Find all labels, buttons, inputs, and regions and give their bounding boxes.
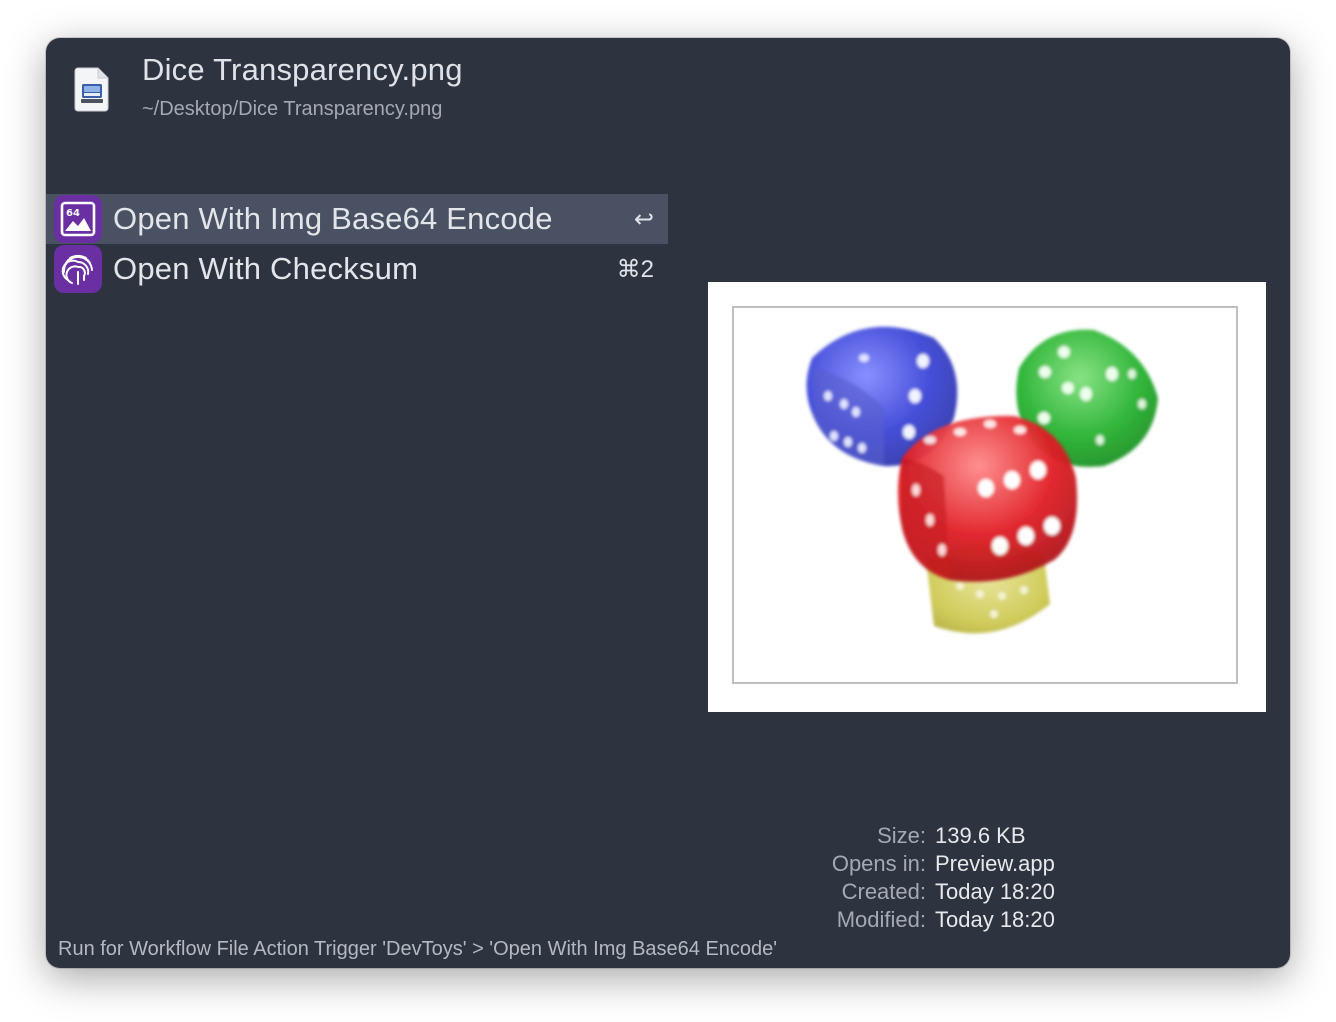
action-list: 64 Open With Img Base64 Encode ↩ Open Wi… xyxy=(46,194,668,294)
file-action-window: Dice Transparency.png ~/Desktop/Dice Tra… xyxy=(46,38,1290,968)
action-label: Open With Img Base64 Encode xyxy=(113,201,553,236)
meta-modified: Modified: Today 18:20 xyxy=(746,906,1146,934)
meta-created: Created: Today 18:20 xyxy=(746,878,1146,906)
png-file-icon xyxy=(72,66,112,112)
meta-key: Created: xyxy=(841,879,926,904)
svg-text:64: 64 xyxy=(66,208,80,219)
meta-key: Opens in: xyxy=(831,851,926,876)
meta-value: Preview.app xyxy=(935,851,1055,876)
meta-key: Modified: xyxy=(836,907,926,932)
action-item-img-base64-encode[interactable]: 64 Open With Img Base64 Encode ↩ xyxy=(46,194,668,244)
preview-frame xyxy=(732,306,1238,684)
meta-size: Size: 139.6 KB xyxy=(746,822,1146,850)
meta-key: Size: xyxy=(877,823,926,848)
file-path: ~/Desktop/Dice Transparency.png xyxy=(142,98,443,120)
meta-value: Today 18:20 xyxy=(935,879,1055,904)
return-key-icon: ↩ xyxy=(633,205,654,233)
action-item-checksum[interactable]: Open With Checksum ⌘2 xyxy=(46,244,668,294)
meta-value: Today 18:20 xyxy=(935,907,1055,932)
meta-value: 139.6 KB xyxy=(935,823,1026,848)
image-base64-icon: 64 xyxy=(54,195,102,243)
action-label: Open With Checksum xyxy=(113,251,419,286)
file-title: Dice Transparency.png xyxy=(142,52,463,87)
red-die xyxy=(898,415,1078,582)
fingerprint-icon xyxy=(54,245,102,293)
file-metadata: Size: 139.6 KB Opens in: Preview.app Cre… xyxy=(746,822,1146,934)
status-footer: Run for Workflow File Action Trigger 'De… xyxy=(58,938,778,960)
meta-opens-in: Opens in: Preview.app xyxy=(746,850,1146,878)
image-preview xyxy=(708,282,1266,712)
shortcut-label: ⌘2 xyxy=(616,255,654,283)
